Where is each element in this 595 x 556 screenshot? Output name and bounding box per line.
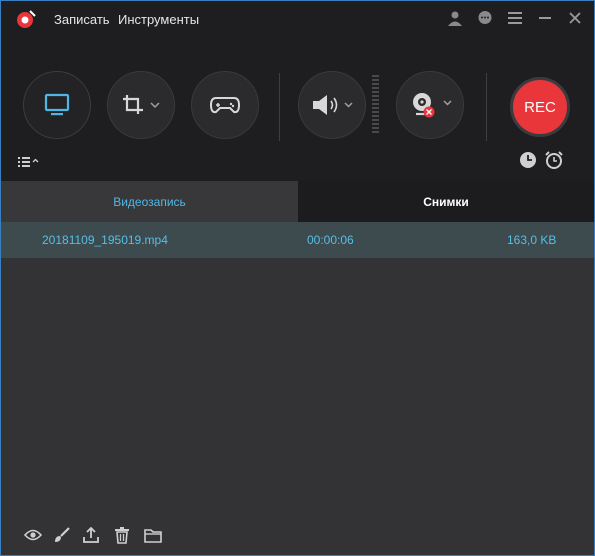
title-bar: Записать Инструменты (1, 1, 594, 37)
minimize-icon[interactable] (534, 7, 556, 29)
tab-video-recordings[interactable]: Видеозапись (1, 181, 298, 222)
region-capture-button[interactable] (107, 71, 175, 139)
clock-icon[interactable] (519, 151, 537, 169)
share-upload-icon[interactable] (81, 525, 101, 545)
toolbar-divider (279, 73, 280, 141)
preview-icon[interactable] (23, 525, 43, 545)
menu-icon[interactable] (504, 7, 526, 29)
account-icon[interactable] (444, 7, 466, 29)
crop-icon (123, 95, 160, 114)
app-logo-icon (17, 10, 36, 28)
webcam-icon (413, 93, 452, 118)
monitor-icon (44, 93, 70, 116)
toolbar-divider (486, 73, 487, 141)
trash-icon[interactable] (112, 525, 132, 545)
file-actions-bar (1, 512, 594, 555)
fullscreen-capture-button[interactable] (23, 71, 91, 139)
close-icon[interactable] (564, 7, 586, 29)
game-capture-button[interactable] (191, 71, 259, 139)
file-duration: 00:00:06 (307, 233, 354, 247)
file-name: 20181109_195019.mp4 (42, 233, 168, 247)
app-window: Записать Инструменты REC Видеозапись Сни… (0, 0, 595, 556)
speaker-icon (313, 95, 353, 115)
menu-tools[interactable]: Инструменты (118, 12, 199, 27)
rec-button[interactable]: REC (510, 77, 570, 137)
webcam-button[interactable] (396, 71, 464, 139)
alarm-clock-icon[interactable] (544, 150, 564, 170)
volume-meter (372, 75, 379, 133)
menu-record[interactable]: Записать (54, 12, 110, 27)
layout-list-icon[interactable] (18, 156, 40, 168)
capture-toolbar: REC (1, 37, 594, 181)
file-size: 163,0 KB (507, 233, 557, 247)
gamepad-icon (210, 97, 240, 114)
recordings-tabs: Видеозапись Снимки (1, 181, 594, 222)
edit-brush-icon[interactable] (52, 525, 72, 545)
folder-icon[interactable] (143, 525, 163, 545)
feedback-icon[interactable] (474, 7, 496, 29)
tab-snapshots[interactable]: Снимки (298, 181, 594, 222)
audio-button[interactable] (298, 71, 366, 139)
recordings-list: 20181109_195019.mp4 00:00:06 163,0 KB (1, 222, 594, 512)
table-row[interactable]: 20181109_195019.mp4 00:00:06 163,0 KB (1, 222, 594, 258)
